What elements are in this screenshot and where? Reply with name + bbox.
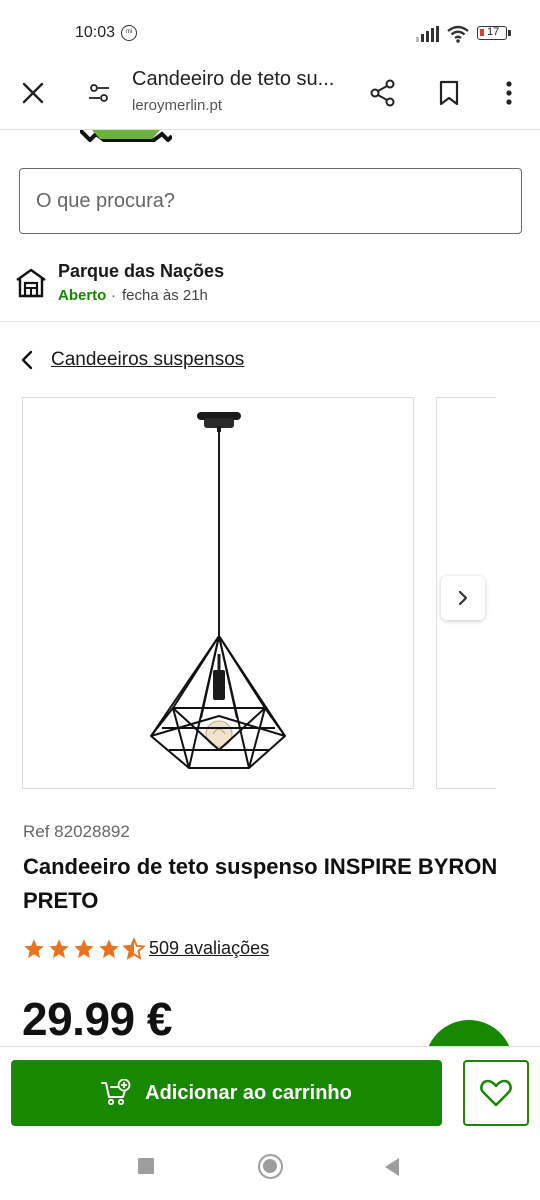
chevron-left-icon bbox=[21, 350, 33, 370]
star-half-icon bbox=[123, 938, 145, 960]
page-domain[interactable]: leroymerlin.pt bbox=[132, 97, 222, 114]
home-button[interactable] bbox=[258, 1154, 283, 1179]
close-button[interactable] bbox=[14, 74, 52, 112]
share-button[interactable] bbox=[364, 74, 402, 112]
add-to-cart-label: Adicionar ao carrinho bbox=[145, 1081, 352, 1104]
product-title: Candeeiro de teto suspenso INSPIRE BYRON… bbox=[23, 854, 498, 913]
chevron-right-icon bbox=[458, 590, 468, 606]
share-icon bbox=[370, 79, 395, 107]
store-separator: · bbox=[111, 287, 116, 304]
store-name: Parque das Nações bbox=[58, 261, 225, 281]
battery-level: 17 bbox=[487, 26, 500, 38]
cart-add-icon bbox=[101, 1079, 131, 1106]
page-title[interactable]: Candeeiro de teto su... bbox=[132, 68, 352, 91]
star-icon bbox=[74, 939, 94, 958]
brand-logo-fragment[interactable] bbox=[80, 130, 172, 142]
browser-toolbar: Candeeiro de teto su... leroymerlin.pt bbox=[0, 62, 540, 130]
more-vert-icon bbox=[506, 81, 512, 105]
status-time: 10:03 bbox=[75, 24, 116, 41]
site-settings-button[interactable] bbox=[80, 74, 118, 112]
bookmark-button[interactable] bbox=[430, 74, 468, 112]
battery-icon: 17 bbox=[477, 26, 507, 40]
add-to-cart-button[interactable]: Adicionar ao carrinho bbox=[11, 1060, 442, 1126]
store-icon bbox=[16, 268, 46, 298]
back-button[interactable] bbox=[383, 1157, 401, 1177]
reviews-link[interactable]: 509 avaliações bbox=[149, 938, 269, 959]
heart-icon bbox=[480, 1079, 512, 1107]
status-bar: 10:03 mi 17 bbox=[0, 0, 540, 62]
bookmark-icon bbox=[439, 80, 459, 106]
breadcrumb-link[interactable]: Candeeiros suspensos bbox=[51, 349, 244, 371]
recents-button[interactable] bbox=[138, 1158, 154, 1174]
product-price: 29.99 € bbox=[22, 993, 172, 1045]
pendant-lamp-image bbox=[150, 412, 286, 769]
mi-icon: mi bbox=[121, 25, 137, 41]
close-icon bbox=[22, 82, 44, 104]
search-box[interactable] bbox=[19, 168, 522, 234]
tune-icon bbox=[89, 84, 109, 102]
action-bar: Adicionar ao carrinho bbox=[0, 1046, 540, 1136]
star-icon bbox=[99, 939, 119, 958]
search-input[interactable] bbox=[36, 187, 496, 215]
gallery-next-button[interactable] bbox=[441, 576, 485, 620]
wifi-icon bbox=[447, 25, 469, 43]
star-icon bbox=[49, 939, 69, 958]
signal-icon bbox=[416, 26, 439, 42]
breadcrumb[interactable]: Candeeiros suspensos bbox=[20, 344, 244, 376]
system-navigation-bar bbox=[0, 1136, 540, 1200]
product-reference: Ref 82028892 bbox=[23, 822, 130, 841]
more-options-button[interactable] bbox=[490, 74, 528, 112]
wishlist-button[interactable] bbox=[463, 1060, 529, 1126]
star-icon bbox=[24, 939, 44, 958]
store-hours: fecha às 21h bbox=[122, 287, 208, 304]
product-image[interactable] bbox=[22, 397, 414, 789]
store-selector[interactable]: Parque das Nações Aberto · fecha às 21h bbox=[0, 250, 540, 322]
store-open-status: Aberto bbox=[58, 287, 107, 304]
rating-stars[interactable] bbox=[23, 938, 148, 960]
